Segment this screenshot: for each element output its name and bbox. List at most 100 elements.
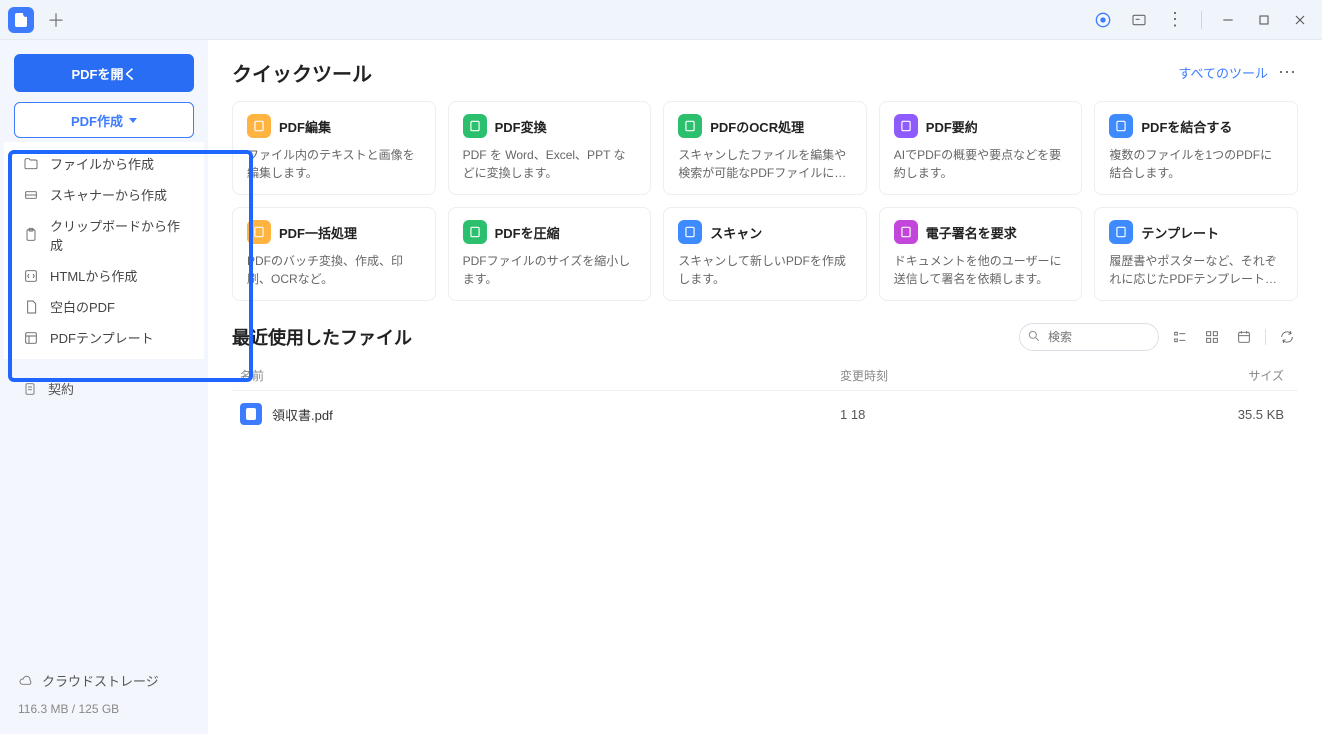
dropdown-label: PDFテンプレート	[50, 328, 154, 347]
search-icon	[1027, 329, 1041, 343]
search-box	[1019, 323, 1159, 351]
tool-icon	[247, 114, 271, 138]
dropdown-label: ファイルから作成	[50, 154, 154, 173]
account-icon[interactable]	[1089, 6, 1117, 34]
main-content: クイックツール すべてのツール ⋯ PDF編集ファイル内のテキストと画像を編集し…	[208, 40, 1322, 734]
tool-description: スキャンして新しいPDFを作成します。	[678, 252, 852, 288]
message-icon[interactable]	[1125, 6, 1153, 34]
tool-description: 複数のファイルを1つのPDFに結合します。	[1109, 146, 1283, 182]
tool-card[interactable]: PDFのOCR処理スキャンしたファイルを編集や検索が可能なPDFファイルに変換.…	[663, 101, 867, 195]
tool-icon	[678, 220, 702, 244]
tool-card[interactable]: PDF要約 AIでPDFの概要や要点などを要約します。	[879, 101, 1083, 195]
tool-card[interactable]: PDF編集ファイル内のテキストと画像を編集します。	[232, 101, 436, 195]
dropdown-item-blank[interactable]: 空白のPDF	[4, 291, 204, 322]
sidebar-item-cloud[interactable]: クラウドストレージ	[18, 663, 190, 698]
more-menu-icon[interactable]: ⋯	[1278, 62, 1298, 83]
code-icon	[22, 267, 40, 285]
chevron-down-icon	[129, 118, 137, 123]
app-logo	[8, 7, 34, 33]
file-name: 領収書.pdf	[272, 405, 840, 424]
close-button[interactable]	[1286, 6, 1314, 34]
quick-tools-grid: PDF編集ファイル内のテキストと画像を編集します。 PDF変換 PDF を Word…	[232, 101, 1298, 301]
tool-title: PDF変換	[495, 117, 547, 136]
tool-icon	[1109, 114, 1133, 138]
dropdown-label: スキャナーから作成	[50, 185, 167, 204]
new-tab-button[interactable]: ＋	[44, 8, 68, 32]
clipboard-icon	[22, 226, 40, 244]
tool-title: PDFのOCR処理	[710, 117, 804, 136]
column-header-name[interactable]: 名前	[240, 367, 840, 384]
create-pdf-dropdown: ファイルから作成 スキャナーから作成 クリップボードから作成 HTMLから作成 …	[4, 142, 204, 359]
tool-icon	[463, 114, 487, 138]
file-size: 35.5 KB	[1180, 407, 1290, 422]
scanner-icon	[22, 186, 40, 204]
tool-icon	[1109, 220, 1133, 244]
titlebar: ＋ ⋮	[0, 0, 1322, 40]
tool-card[interactable]: 電子署名を要求ドキュメントを他のユーザーに送信して署名を依頼します。	[879, 207, 1083, 301]
tool-description: ファイル内のテキストと画像を編集します。	[247, 146, 421, 182]
tool-card[interactable]: スキャンスキャンして新しいPDFを作成します。	[663, 207, 867, 301]
tool-card[interactable]: PDF変換 PDF を Word、Excel、PPT などに変換します。	[448, 101, 652, 195]
tool-description: PDFのバッチ変換、作成、印刷、OCRなど。	[247, 252, 421, 288]
tool-description: AIでPDFの概要や要点などを要約します。	[894, 146, 1068, 182]
maximize-button[interactable]	[1250, 6, 1278, 34]
tool-description: PDF を Word、Excel、PPT などに変換します。	[463, 146, 637, 182]
tool-icon	[894, 220, 918, 244]
quick-tools-title: クイックツール	[232, 58, 372, 87]
tool-title: PDF編集	[279, 117, 331, 136]
tool-title: PDFを圧縮	[495, 223, 560, 242]
tool-card[interactable]: テンプレート履歴書やポスターなど、それぞれに応じたPDFテンプレートを入...	[1094, 207, 1298, 301]
all-tools-link[interactable]: すべてのツール	[1178, 63, 1268, 82]
dropdown-label: クリップボードから作成	[50, 216, 186, 254]
tool-icon	[247, 220, 271, 244]
file-row[interactable]: 領収書.pdf1 1835.5 KB	[232, 391, 1298, 437]
tool-description: スキャンしたファイルを編集や検索が可能なPDFファイルに変換...	[678, 146, 852, 182]
recent-files-title: 最近使用したファイル	[232, 324, 412, 350]
tool-title: テンプレート	[1141, 223, 1219, 242]
create-pdf-label: PDF作成	[71, 111, 123, 130]
tool-title: 電子署名を要求	[926, 223, 1017, 242]
tool-title: スキャン	[710, 223, 762, 242]
tool-description: 履歴書やポスターなど、それぞれに応じたPDFテンプレートを入...	[1109, 252, 1283, 288]
tool-icon	[678, 114, 702, 138]
template-icon	[22, 329, 40, 347]
sidebar: PDFを開く PDF作成 ファイルから作成 スキャナーから作成 クリップボードか…	[0, 40, 208, 734]
tool-card[interactable]: PDFを結合する複数のファイルを1つのPDFに結合します。	[1094, 101, 1298, 195]
dropdown-item-from-html[interactable]: HTMLから作成	[4, 260, 204, 291]
column-header-modified[interactable]: 変更時刻	[840, 367, 1180, 384]
kebab-menu-icon[interactable]: ⋮	[1161, 6, 1189, 34]
sidebar-item-label: 契約	[48, 379, 74, 398]
tool-description: ドキュメントを他のユーザーに送信して署名を依頼します。	[894, 252, 1068, 288]
refresh-icon[interactable]	[1276, 326, 1298, 348]
tool-icon	[894, 114, 918, 138]
dropdown-label: 空白のPDF	[50, 297, 115, 316]
view-calendar-icon[interactable]	[1233, 326, 1255, 348]
tool-card[interactable]: PDF一括処理 PDFのバッチ変換、作成、印刷、OCRなど。	[232, 207, 436, 301]
dropdown-item-from-file[interactable]: ファイルから作成	[4, 148, 204, 179]
tool-title: PDF一括処理	[279, 223, 357, 242]
dropdown-item-from-clipboard[interactable]: クリップボードから作成	[4, 210, 204, 260]
file-table-header: 名前 変更時刻 サイズ	[232, 361, 1298, 391]
minimize-button[interactable]	[1214, 6, 1242, 34]
open-pdf-button[interactable]: PDFを開く	[14, 54, 194, 92]
view-list-icon[interactable]	[1169, 326, 1191, 348]
tool-icon	[463, 220, 487, 244]
pdf-file-icon	[240, 403, 262, 425]
storage-usage-text: 116.3 MB / 125 GB	[18, 698, 190, 716]
sidebar-item-contract[interactable]: 契約	[0, 371, 208, 406]
blank-page-icon	[22, 298, 40, 316]
view-grid-icon[interactable]	[1201, 326, 1223, 348]
tool-card[interactable]: PDFを圧縮 PDFファイルのサイズを縮小します。	[448, 207, 652, 301]
sidebar-item-label: クラウドストレージ	[42, 671, 159, 690]
file-modified: 1 18	[840, 407, 1180, 422]
dropdown-item-from-scanner[interactable]: スキャナーから作成	[4, 179, 204, 210]
column-header-size[interactable]: サイズ	[1180, 367, 1290, 384]
tool-title: PDF要約	[926, 117, 978, 136]
file-list: 領収書.pdf1 1835.5 KB	[232, 391, 1298, 437]
dropdown-item-template[interactable]: PDFテンプレート	[4, 322, 204, 353]
tool-description: PDFファイルのサイズを縮小します。	[463, 252, 637, 288]
dropdown-label: HTMLから作成	[50, 266, 137, 285]
folder-icon	[22, 155, 40, 173]
tool-title: PDFを結合する	[1141, 117, 1232, 136]
create-pdf-button[interactable]: PDF作成	[14, 102, 194, 138]
